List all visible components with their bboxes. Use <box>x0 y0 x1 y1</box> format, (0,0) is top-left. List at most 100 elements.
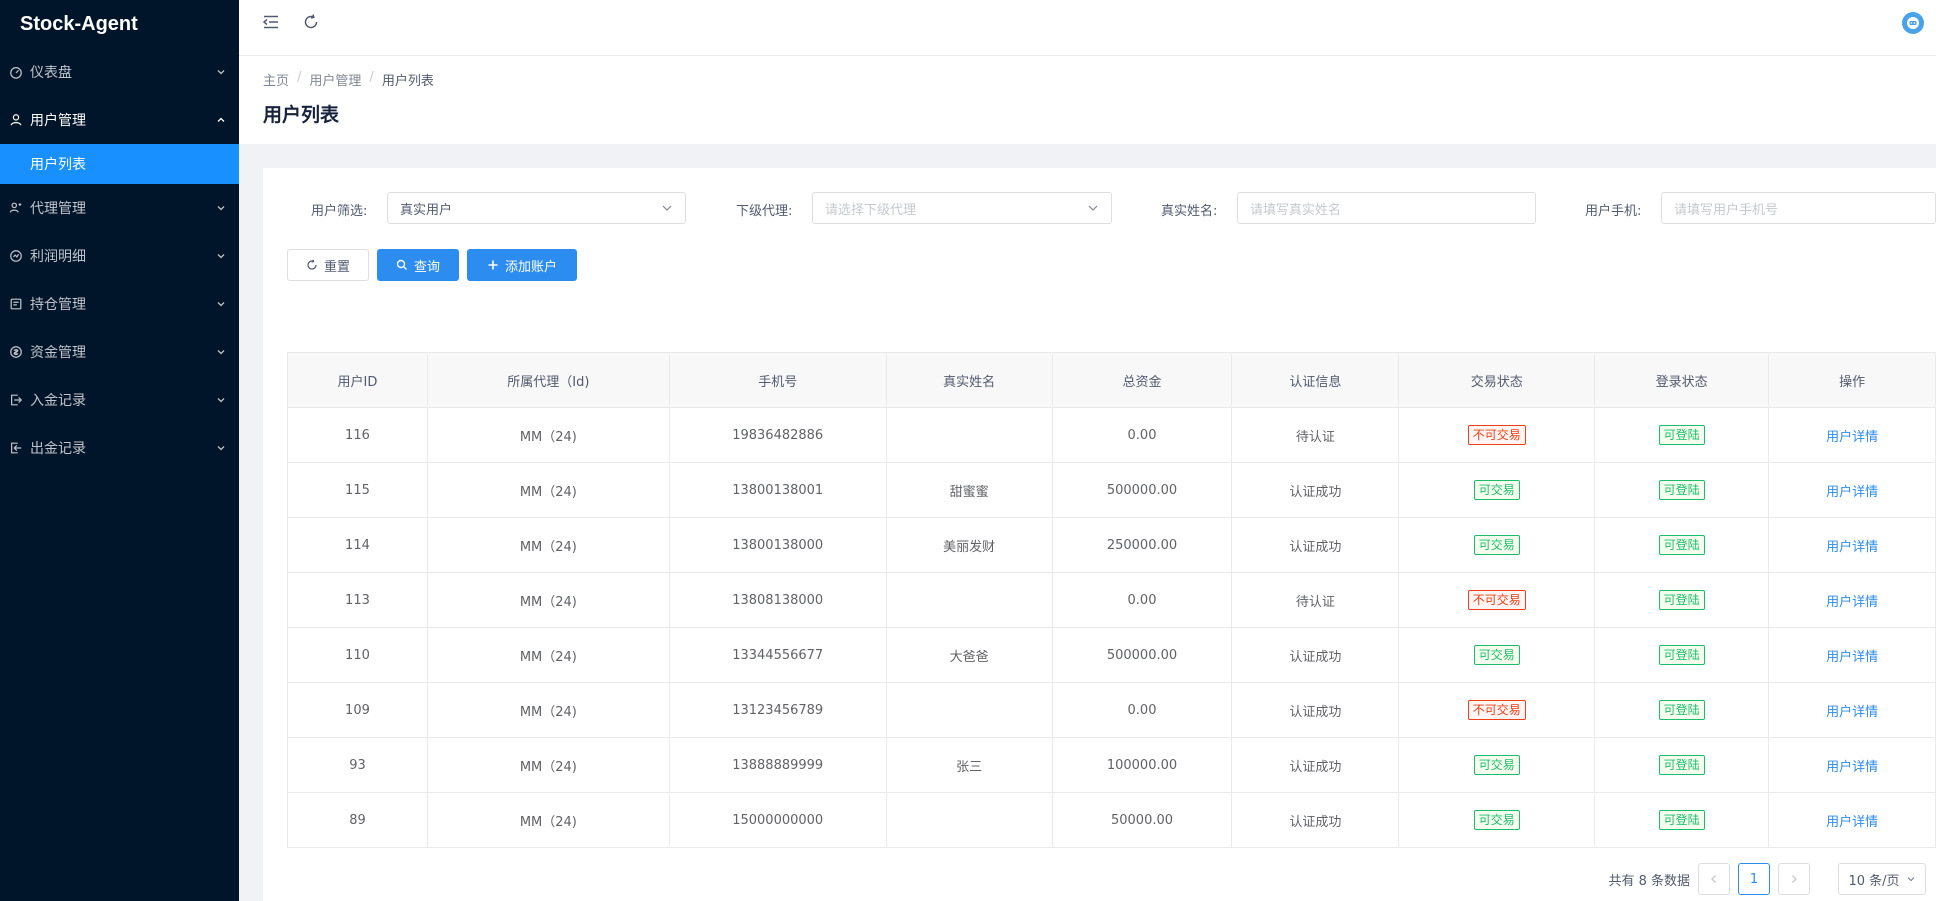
user-detail-link[interactable]: 用户详情 <box>1826 536 1878 555</box>
trade-status-badge: 不可交易 <box>1467 590 1526 610</box>
cell-actions: 用户详情 <box>1769 683 1936 738</box>
cell-auth: 认证成功 <box>1232 518 1400 573</box>
user-detail-link[interactable]: 用户详情 <box>1826 811 1878 830</box>
sidebar-item-profit-details[interactable]: 利润明细 <box>0 232 239 280</box>
page-header: 主页 / 用户管理 / 用户列表 用户列表 <box>239 56 1936 144</box>
deposit-icon <box>8 392 24 408</box>
breadcrumb-user-list: 用户列表 <box>381 74 434 89</box>
next-page-button[interactable] <box>1778 863 1810 895</box>
cell-agent: MM（24) <box>427 518 670 573</box>
cell-trade-status: 不可交易 <box>1399 573 1596 628</box>
sidebar-item-deposit-records[interactable]: 入金记录 <box>0 376 239 424</box>
real-name-input[interactable]: 请填写真实姓名 <box>1237 192 1536 224</box>
cell-actions: 用户详情 <box>1769 738 1936 793</box>
table-row: 89 MM（24) 15000000000 50000.00 认证成功 可交易 可登陆 用户详… <box>288 793 1936 848</box>
sidebar-item-user-management[interactable]: 用户管理 <box>0 96 239 144</box>
reset-button[interactable]: 重置 <box>287 249 369 281</box>
table-header-row: 用户ID 所属代理（Id) 手机号 真实姓名 总资金 认证信息 交易状态 登录状… <box>288 353 1936 408</box>
page-number-button[interactable]: 1 <box>1738 863 1770 895</box>
user-detail-link[interactable]: 用户详情 <box>1826 426 1878 445</box>
user-phone-input[interactable]: 请填写用户手机号 <box>1661 192 1936 224</box>
cell-trade-status: 不可交易 <box>1399 683 1596 738</box>
cell-auth: 待认证 <box>1232 573 1400 628</box>
login-status-badge: 可登陆 <box>1658 755 1705 775</box>
cell-login-status: 可登陆 <box>1595 793 1770 848</box>
user-detail-link[interactable]: 用户详情 <box>1826 591 1878 610</box>
page-size-select[interactable]: 10 条/页 <box>1838 863 1926 895</box>
sidebar-item-label: 仪表盘 <box>30 65 72 81</box>
sidebar-item-label: 资金管理 <box>30 345 86 361</box>
cell-auth: 认证成功 <box>1232 793 1400 848</box>
cell-phone: 13888889999 <box>669 738 887 793</box>
sidebar-item-fund-management[interactable]: 资金管理 <box>0 328 239 376</box>
sidebar-item-withdraw-records[interactable]: 出金记录 <box>0 424 239 472</box>
refresh-icon[interactable] <box>301 12 321 32</box>
user-table: 用户ID 所属代理（Id) 手机号 真实姓名 总资金 认证信息 交易状态 登录状… <box>287 352 1936 848</box>
trade-status-badge: 可交易 <box>1473 645 1520 665</box>
user-filter-select[interactable]: 真实用户 <box>387 192 686 224</box>
fund-icon <box>8 344 24 360</box>
column-header-agent: 所属代理（Id) <box>427 353 670 408</box>
chevron-down-icon <box>1087 202 1099 214</box>
table-row: 116 MM（24) 19836482886 0.00 待认证 不可交易 可登陆 用户详情 <box>288 408 1936 463</box>
sidebar-item-dashboard[interactable]: 仪表盘 <box>0 48 239 96</box>
menu-collapse-icon[interactable] <box>261 12 281 32</box>
table-row: 109 MM（24) 13123456789 0.00 认证成功 不可交易 可登陆 用户详情 <box>288 683 1936 738</box>
withdraw-icon <box>8 440 24 456</box>
trade-status-badge: 不可交易 <box>1467 700 1526 720</box>
query-button-label: 查询 <box>413 259 440 275</box>
add-account-button-label: 添加账户 <box>504 259 557 275</box>
trade-status-badge: 可交易 <box>1473 810 1520 830</box>
sidebar-item-position-management[interactable]: 持仓管理 <box>0 280 239 328</box>
position-icon <box>8 296 24 312</box>
breadcrumb-user-management[interactable]: 用户管理 <box>309 70 361 89</box>
sidebar-item-agent-management[interactable]: 代理管理 <box>0 184 239 232</box>
breadcrumb-separator: / <box>297 70 302 85</box>
avatar-icon[interactable] <box>1902 12 1924 34</box>
user-detail-link[interactable]: 用户详情 <box>1826 701 1878 720</box>
sidebar-item-label: 利润明细 <box>30 249 86 265</box>
content-card: 用户筛选: 真实用户 下级代理: 请选择下级代理 真实姓名: 请填写真实姓名 用… <box>263 168 1936 901</box>
chevron-down-icon <box>215 202 227 214</box>
agent-icon <box>8 200 24 216</box>
plus-icon <box>488 260 498 270</box>
chevron-down-icon <box>215 298 227 310</box>
cell-trade-status: 不可交易 <box>1399 408 1596 463</box>
page-title: 用户列表 <box>263 104 340 126</box>
cell-actions: 用户详情 <box>1769 518 1936 573</box>
cell-total-funds: 250000.00 <box>1052 518 1233 573</box>
cell-real-name: 张三 <box>886 738 1053 793</box>
login-status-badge: 可登陆 <box>1658 700 1705 720</box>
cell-auth: 认证成功 <box>1232 628 1400 683</box>
cell-trade-status: 可交易 <box>1399 738 1596 793</box>
cell-user-id: 110 <box>288 628 428 683</box>
cell-real-name: 大爸爸 <box>886 628 1053 683</box>
search-icon <box>396 259 407 270</box>
pagination-total: 共有 8 条数据 <box>1608 873 1690 889</box>
user-detail-link[interactable]: 用户详情 <box>1826 646 1878 665</box>
add-account-button[interactable]: 添加账户 <box>467 249 577 281</box>
cell-login-status: 可登陆 <box>1595 738 1770 793</box>
cell-agent: MM（24) <box>427 793 670 848</box>
cell-login-status: 可登陆 <box>1595 628 1770 683</box>
user-icon <box>8 112 24 128</box>
chevron-down-icon <box>215 442 227 454</box>
user-detail-link[interactable]: 用户详情 <box>1826 756 1878 775</box>
column-header-real-name: 真实姓名 <box>886 353 1053 408</box>
chevron-up-icon <box>215 114 227 126</box>
cell-agent: MM（24) <box>427 738 670 793</box>
cell-actions: 用户详情 <box>1769 463 1936 518</box>
cell-login-status: 可登陆 <box>1595 573 1770 628</box>
cell-actions: 用户详情 <box>1769 793 1936 848</box>
sub-agent-select[interactable]: 请选择下级代理 <box>812 192 1112 224</box>
user-detail-link[interactable]: 用户详情 <box>1826 481 1878 500</box>
filter-bar: 用户筛选: 真实用户 下级代理: 请选择下级代理 真实姓名: 请填写真实姓名 用… <box>287 192 1936 224</box>
query-button[interactable]: 查询 <box>377 249 459 281</box>
cell-total-funds: 0.00 <box>1052 573 1233 628</box>
breadcrumb-home[interactable]: 主页 <box>263 70 289 89</box>
sidebar-item-user-list[interactable]: 用户列表 <box>0 144 239 184</box>
cell-phone: 13344556677 <box>669 628 887 683</box>
prev-page-button[interactable] <box>1698 863 1730 895</box>
chevron-down-icon <box>1907 877 1914 882</box>
cell-login-status: 可登陆 <box>1595 408 1770 463</box>
